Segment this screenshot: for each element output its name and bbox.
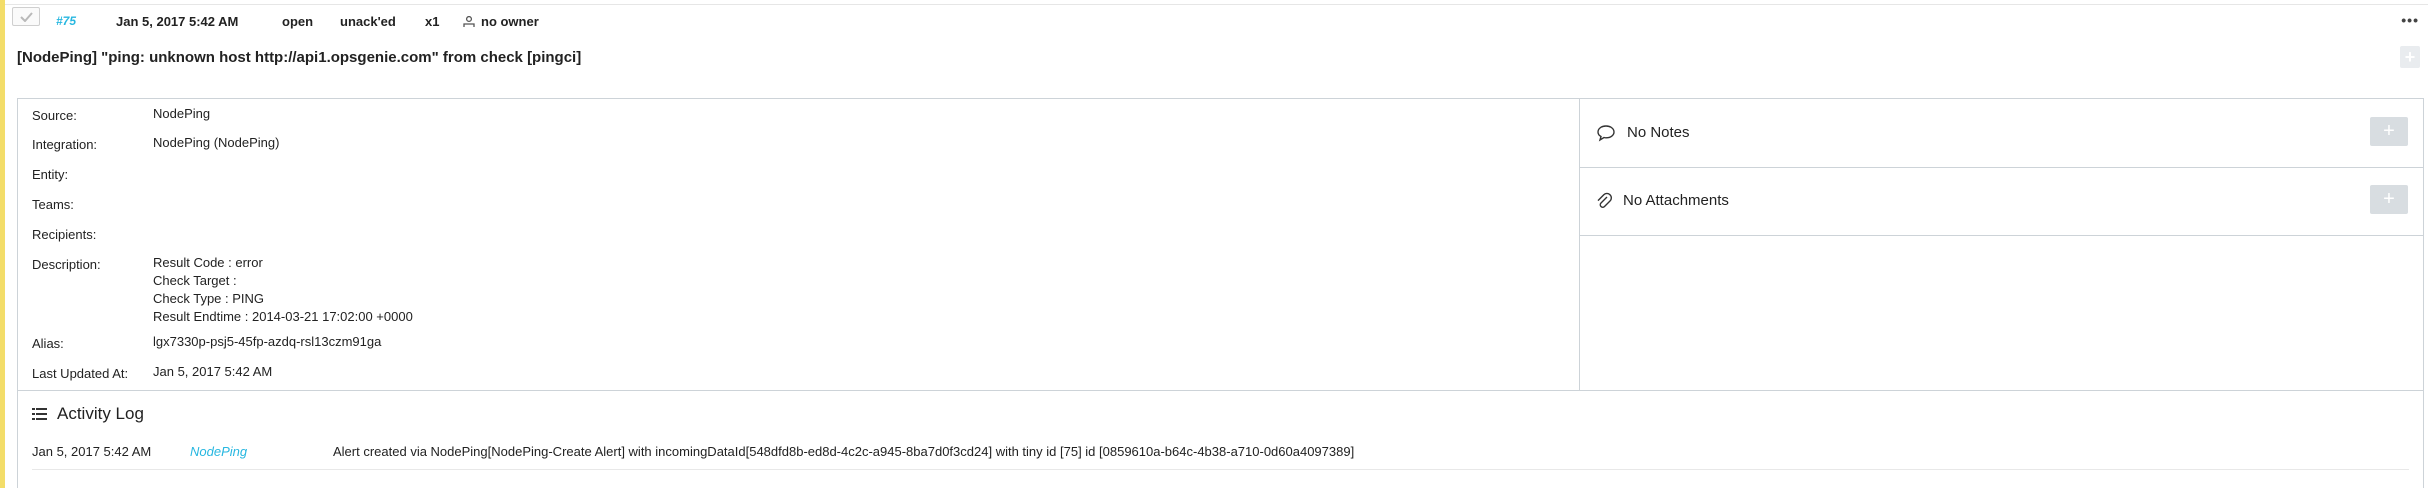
description-line: Check Type : PING [153, 291, 265, 306]
description-line: Result Endtime : 2014-03-21 17:02:00 +00… [153, 309, 413, 324]
integration-value[interactable]: NodePing (NodePing) [153, 134, 279, 152]
attachments-label: No Attachments [1623, 192, 1729, 209]
plus-icon: + [2404, 46, 2416, 67]
description-label: Description: [32, 257, 101, 272]
alert-title: [NodePing] "ping: unknown host http://ap… [17, 49, 582, 66]
alert-ack-status: unack'ed [340, 14, 396, 29]
log-entry-date: Jan 5, 2017 5:42 AM [32, 444, 152, 459]
check-icon [19, 11, 33, 22]
owner-icon [463, 15, 475, 27]
alert-detail-panel: Source: NodePing Integration: NodePing (… [17, 98, 2424, 488]
alert-owner[interactable]: no owner [463, 14, 539, 29]
alert-details: Source: NodePing Integration: NodePing (… [18, 99, 1580, 391]
description-value: Result Code : error Check Target : Check… [153, 254, 413, 326]
list-icon [32, 407, 47, 421]
alert-status: open [282, 14, 314, 29]
comment-icon [1597, 125, 1615, 142]
priority-accent-bar [0, 0, 5, 488]
alert-header: #75 Jan 5, 2017 5:42 AM open unack'ed x1… [5, 4, 2428, 38]
add-tag-button[interactable]: + [2400, 46, 2420, 68]
notes-section: No Notes + [1579, 99, 2423, 168]
alert-created-date: Jan 5, 2017 5:42 AM [116, 14, 239, 29]
teams-label: Teams: [32, 197, 74, 212]
add-attachment-button[interactable]: + [2370, 185, 2408, 214]
alert-count: x1 [425, 14, 440, 29]
recipients-label: Recipients: [32, 227, 97, 242]
description-line: Result Code : error [153, 255, 263, 270]
owner-label: no owner [481, 14, 539, 29]
activity-log-entry: Jan 5, 2017 5:42 AM NodePing Alert creat… [18, 439, 2423, 470]
integration-label: Integration: [32, 137, 98, 152]
source-value: NodePing [153, 106, 211, 121]
log-entry-message: Alert created via NodePing[NodePing-Crea… [333, 444, 1355, 459]
log-entry-source-link[interactable]: NodePing [190, 444, 247, 459]
activity-log-title: Activity Log [57, 404, 144, 423]
log-entry-divider [32, 469, 2409, 470]
notes-label: No Notes [1627, 124, 1690, 141]
alert-tiny-id-link[interactable]: #75 [56, 14, 76, 28]
activity-log-header: Activity Log [32, 404, 144, 424]
entity-label: Entity: [32, 167, 69, 182]
last-updated-value: Jan 5, 2017 5:42 AM [153, 364, 273, 379]
side-panel: No Notes + No Attachments + [1579, 99, 2423, 391]
source-label: Source: [32, 108, 77, 123]
last-updated-label: Last Updated At: [32, 366, 129, 381]
description-line: Check Target : [153, 273, 237, 288]
add-note-button[interactable]: + [2370, 117, 2408, 146]
plus-icon: + [2383, 188, 2395, 210]
more-options-icon[interactable]: ••• [2401, 12, 2419, 28]
alias-label: Alias: [32, 336, 64, 351]
attachments-section: No Attachments + [1579, 167, 2423, 236]
paperclip-icon [1597, 192, 1613, 208]
plus-icon: + [2383, 120, 2395, 142]
acknowledge-checkbox[interactable] [12, 7, 40, 26]
alias-value: lgx7330p-psj5-45fp-azdq-rsl13czm91ga [153, 334, 382, 349]
